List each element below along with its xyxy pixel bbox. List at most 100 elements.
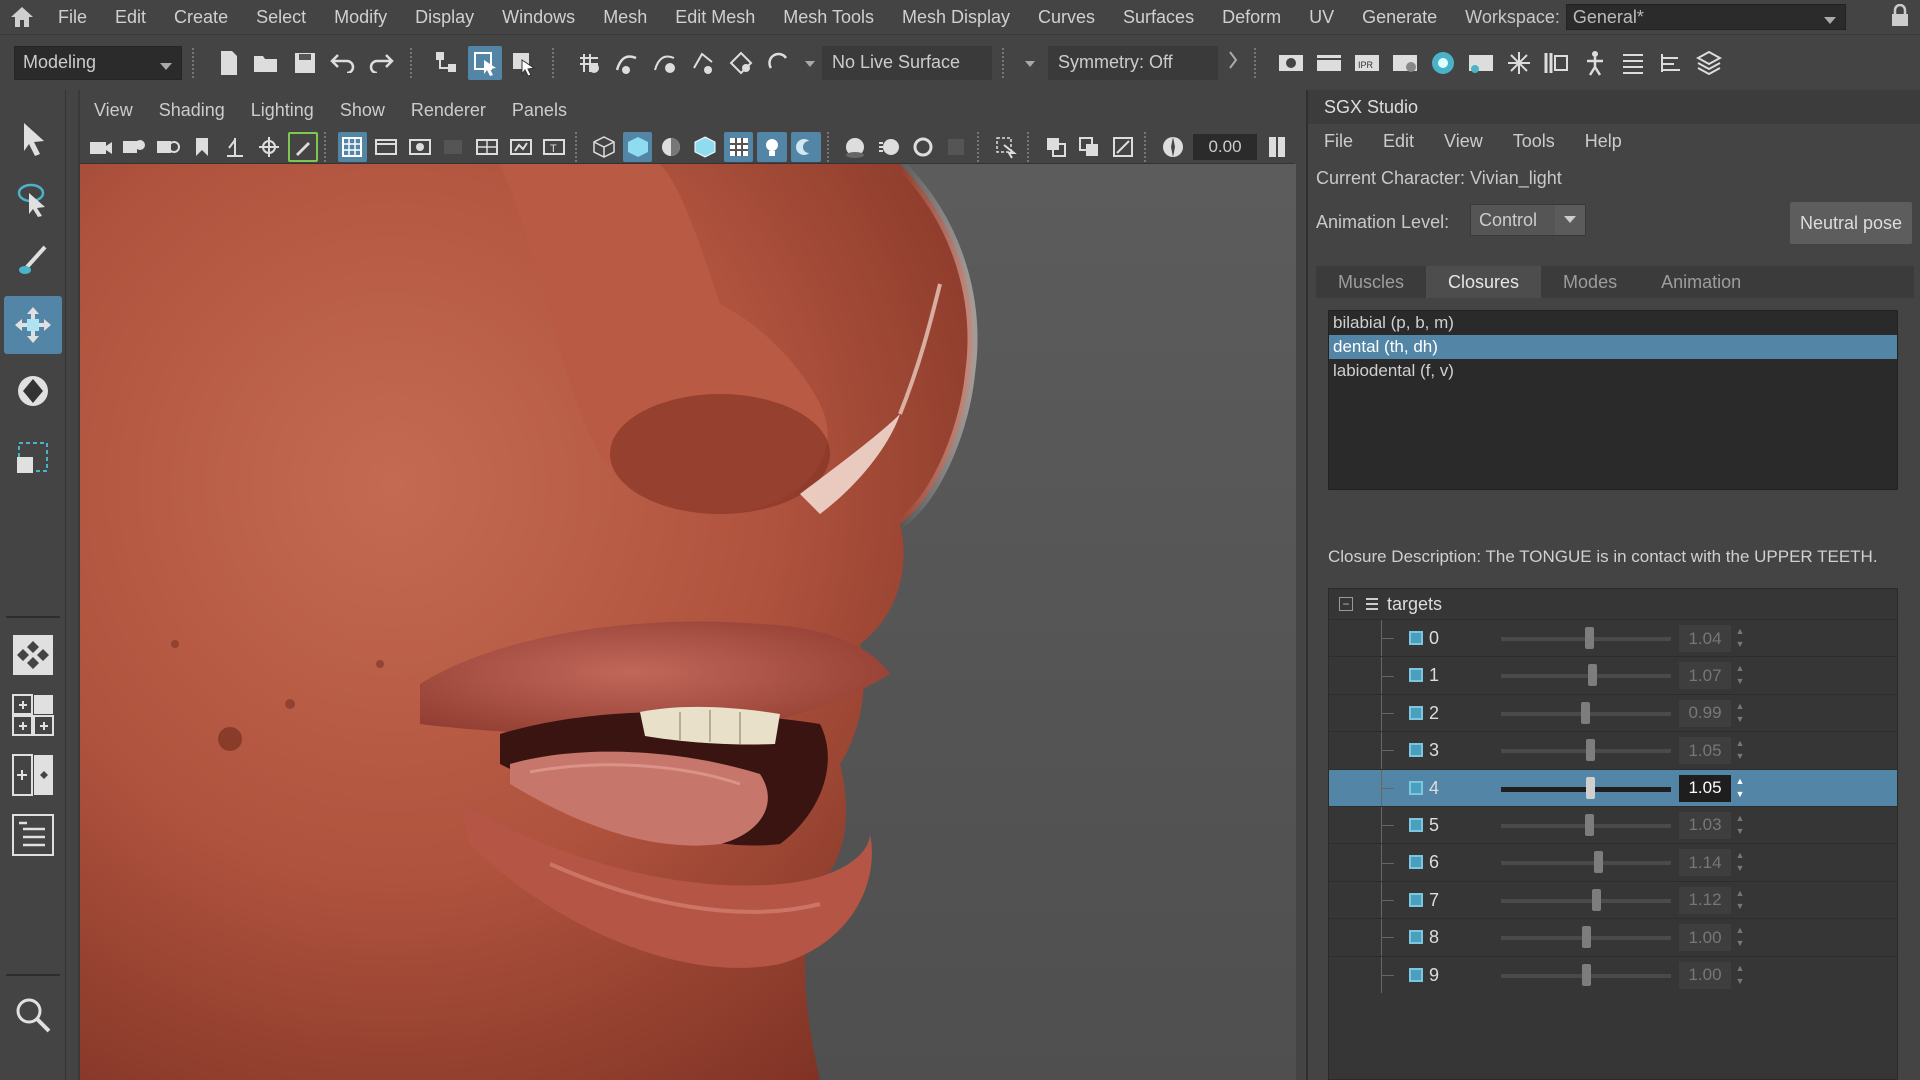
slider-handle[interactable] [1592, 888, 1602, 911]
undo-icon[interactable] [326, 46, 360, 80]
gate-mask-icon[interactable] [439, 132, 469, 162]
snap-point-icon[interactable] [648, 46, 682, 80]
render-setup-icon[interactable] [1464, 46, 1498, 80]
chevron-down-icon[interactable] [1024, 52, 1036, 73]
paint-select-tool-icon[interactable] [4, 232, 62, 290]
list-item[interactable]: dental (th, dh) [1329, 335, 1897, 359]
grid-toggle-icon[interactable] [254, 132, 284, 162]
target-row[interactable]: 3 1.05 ▲ ▼ [1329, 731, 1897, 769]
viewport-menu-view[interactable]: View [94, 100, 149, 121]
sgx-menu-help[interactable]: Help [1585, 131, 1622, 152]
xray-active-components-icon[interactable] [1074, 132, 1104, 162]
safe-action-icon[interactable] [506, 132, 536, 162]
light-editor-icon[interactable] [1502, 46, 1536, 80]
neutral-pose-button[interactable]: Neutral pose [1790, 202, 1912, 244]
slider-handle[interactable] [1585, 627, 1595, 649]
snap-grid-icon[interactable] [572, 46, 606, 80]
use-all-lights-icon[interactable] [757, 131, 788, 162]
menu-mesh-display[interactable]: Mesh Display [888, 0, 1024, 34]
viewport-menu-panels[interactable]: Panels [512, 100, 583, 121]
redo-icon[interactable] [364, 46, 398, 80]
tab-animation[interactable]: Animation [1639, 266, 1763, 298]
snap-curve-icon[interactable] [610, 46, 644, 80]
target-row[interactable]: 6 1.14 ▲ ▼ [1329, 843, 1897, 881]
target-row[interactable]: 4 1.05 ▲ ▼ [1329, 768, 1897, 806]
bookmark-icon[interactable] [187, 132, 217, 162]
target-value-field[interactable]: 1.05 [1679, 774, 1731, 802]
pencil-icon[interactable] [287, 131, 318, 162]
menu-edit[interactable]: Edit [101, 0, 160, 34]
target-row[interactable]: 9 1.00 ▲ ▼ [1329, 955, 1897, 993]
anti-aliasing-icon[interactable] [908, 132, 938, 162]
slider-handle[interactable] [1586, 739, 1596, 762]
target-value-field[interactable]: 1.12 [1679, 886, 1731, 914]
single-pane-layout-icon[interactable] [4, 626, 62, 684]
live-surface-field[interactable]: No Live Surface [822, 45, 992, 80]
menu-curves[interactable]: Curves [1024, 0, 1109, 34]
menu-windows[interactable]: Windows [488, 0, 589, 34]
collapse-arrow-icon[interactable] [1228, 50, 1238, 75]
ipr-render-icon[interactable]: IPR [1350, 46, 1384, 80]
xray-joints-icon[interactable] [1108, 132, 1138, 162]
field-chart-icon[interactable] [472, 132, 502, 162]
isolate-select-icon[interactable] [991, 132, 1021, 162]
two-pane-layout-icon[interactable] [4, 746, 62, 804]
menu-create[interactable]: Create [160, 0, 242, 34]
move-tool-icon[interactable] [4, 296, 62, 354]
animation-level-select[interactable]: Control [1470, 204, 1586, 236]
target-value-field[interactable]: 1.03 [1679, 811, 1731, 839]
sgx-menu-tools[interactable]: Tools [1513, 131, 1555, 152]
hypershade-icon[interactable] [1426, 46, 1460, 80]
mode-select[interactable]: Modeling [14, 45, 182, 80]
scale-tool-icon[interactable] [4, 428, 62, 486]
camera-icon[interactable] [86, 132, 116, 162]
render-settings-icon[interactable] [1388, 46, 1422, 80]
sgx-menu-file[interactable]: File [1324, 131, 1353, 152]
chevron-down-icon[interactable] [804, 52, 816, 73]
select-tool-icon[interactable] [4, 110, 62, 168]
select-object-icon[interactable] [468, 45, 502, 80]
four-pane-layout-icon[interactable] [4, 686, 62, 744]
target-value-field[interactable]: 1.07 [1679, 662, 1731, 690]
xray-icon[interactable] [1041, 132, 1071, 162]
search-icon[interactable] [4, 986, 62, 1044]
attribute-editor-icon[interactable] [1616, 46, 1650, 80]
spinner-arrows-icon[interactable]: ▲ ▼ [1733, 737, 1747, 764]
collapse-icon[interactable]: − [1339, 597, 1353, 611]
character-controls-icon[interactable] [1578, 46, 1612, 80]
channel-box-icon[interactable] [1692, 46, 1726, 80]
list-item[interactable]: bilabial (p, b, m) [1329, 311, 1897, 335]
wireframe-icon[interactable] [589, 132, 619, 162]
image-plane-icon[interactable] [221, 132, 251, 162]
target-value-field[interactable]: 1.00 [1679, 924, 1731, 952]
menu-surfaces[interactable]: Surfaces [1109, 0, 1208, 34]
textured-icon[interactable] [723, 131, 754, 162]
slider-handle[interactable] [1587, 664, 1597, 687]
workspace-select[interactable]: General* [1565, 4, 1846, 30]
menu-mesh[interactable]: Mesh [589, 0, 661, 34]
lasso-tool-icon[interactable] [4, 170, 62, 228]
menu-display[interactable]: Display [401, 0, 488, 34]
spinner-arrows-icon[interactable]: ▲ ▼ [1733, 662, 1747, 689]
target-value-field[interactable]: 1.04 [1679, 625, 1731, 652]
menu-modify[interactable]: Modify [320, 0, 401, 34]
viewport-menu-shading[interactable]: Shading [159, 100, 241, 121]
film-gate-icon[interactable] [371, 132, 401, 162]
lock-icon[interactable] [1890, 3, 1910, 33]
exposure-icon[interactable] [1158, 132, 1188, 162]
new-scene-icon[interactable] [212, 46, 246, 80]
save-scene-icon[interactable] [288, 46, 322, 80]
spinner-arrows-icon[interactable]: ▲ ▼ [1733, 887, 1747, 914]
menu-deform[interactable]: Deform [1208, 0, 1295, 34]
shadows-icon[interactable] [791, 131, 821, 162]
target-slider[interactable] [1501, 674, 1671, 679]
menu-edit-mesh[interactable]: Edit Mesh [661, 0, 769, 34]
target-value-field[interactable]: 1.05 [1679, 737, 1731, 765]
rotate-tool-icon[interactable] [4, 362, 62, 420]
safe-title-icon[interactable]: T [540, 132, 570, 162]
target-row[interactable]: 1 1.07 ▲ ▼ [1329, 656, 1897, 694]
resolution-gate-icon[interactable] [405, 132, 435, 162]
slider-handle[interactable] [1582, 926, 1591, 949]
menu-file[interactable]: File [44, 0, 101, 34]
sgx-menu-view[interactable]: View [1444, 131, 1483, 152]
